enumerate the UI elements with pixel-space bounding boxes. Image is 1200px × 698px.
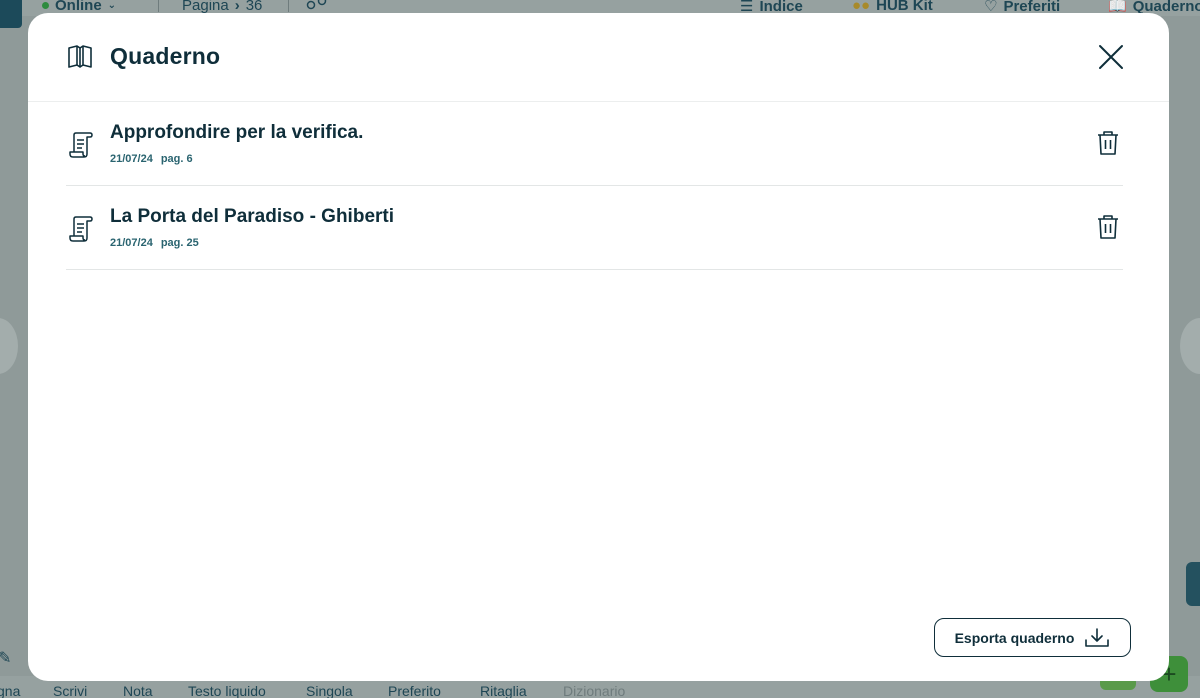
note-page: pag. 6 — [160, 153, 193, 165]
topbar-separator — [288, 0, 289, 12]
home-button — [0, 0, 22, 28]
note-date: 21/07/24 — [110, 237, 153, 249]
note-meta: 21/07/24 pag. 6 — [110, 153, 193, 165]
topbar-hubkit: ●● HUB Kit — [852, 0, 933, 14]
modal-header: Quaderno — [28, 13, 1169, 102]
toolbar-item: Dizionario — [563, 683, 626, 698]
page-indicator: Pagina › 36 — [182, 0, 262, 14]
online-status-label: Online — [55, 0, 102, 14]
note-item[interactable]: La Porta del Paradiso - Ghiberti 21/07/2… — [66, 186, 1123, 270]
export-notebook-label: Esporta quaderno — [954, 629, 1075, 646]
export-notebook-button[interactable]: Esporta quaderno — [934, 618, 1131, 657]
note-title: La Porta del Paradiso - Ghiberti — [110, 206, 395, 227]
topbar-separator — [158, 0, 159, 12]
page-number: 36 — [245, 0, 263, 14]
toolbar-item: gna — [0, 683, 21, 698]
download-icon — [1085, 627, 1110, 647]
modal-title: Quaderno — [110, 43, 221, 69]
pen-icon: ✎ — [0, 650, 12, 667]
chevron-down-icon: ⌄ — [107, 0, 117, 11]
trash-icon — [1098, 131, 1118, 155]
delete-note-button[interactable] — [1096, 130, 1120, 156]
online-dot-icon — [42, 2, 49, 9]
online-status: Online ⌄ — [42, 0, 116, 14]
page-label: Pagina — [182, 0, 229, 14]
notebook-modal: Quaderno Approfondire per la verifica. 2… — [28, 13, 1169, 681]
note-item[interactable]: Approfondire per la verifica. 21/07/24 pa… — [66, 102, 1123, 186]
side-panel-tab — [1186, 562, 1200, 606]
hub-logo-icon: ●● — [852, 0, 871, 14]
toolbar-item: Singola — [306, 683, 353, 698]
trash-icon — [1098, 215, 1118, 239]
chevron-right-icon: › — [234, 0, 240, 14]
topbar-hubkit-label: HUB Kit — [876, 0, 933, 14]
note-page: pag. 25 — [160, 237, 199, 249]
toolbar-item: Preferito — [388, 683, 441, 698]
next-page-button — [1180, 318, 1200, 374]
previous-page-button — [0, 318, 18, 374]
delete-note-button[interactable] — [1096, 214, 1120, 240]
close-icon — [1099, 45, 1123, 69]
note-date: 21/07/24 — [110, 153, 153, 165]
toolbar-item: Nota — [123, 683, 153, 698]
toolbar-item: Ritaglia — [480, 683, 527, 698]
toolbar-item: Testo liquido — [188, 683, 266, 698]
note-title: Approfondire per la verifica. — [110, 122, 364, 143]
toolbar-item: Scrivi — [53, 683, 88, 698]
close-button[interactable] — [1094, 40, 1128, 74]
note-list: Approfondire per la verifica. 21/07/24 pa… — [66, 102, 1123, 270]
share-icon — [306, 0, 328, 11]
note-meta: 21/07/24 pag. 25 — [110, 237, 199, 249]
scroll-note-icon — [69, 216, 93, 242]
open-book-icon — [68, 45, 92, 68]
scroll-note-icon — [69, 132, 93, 158]
